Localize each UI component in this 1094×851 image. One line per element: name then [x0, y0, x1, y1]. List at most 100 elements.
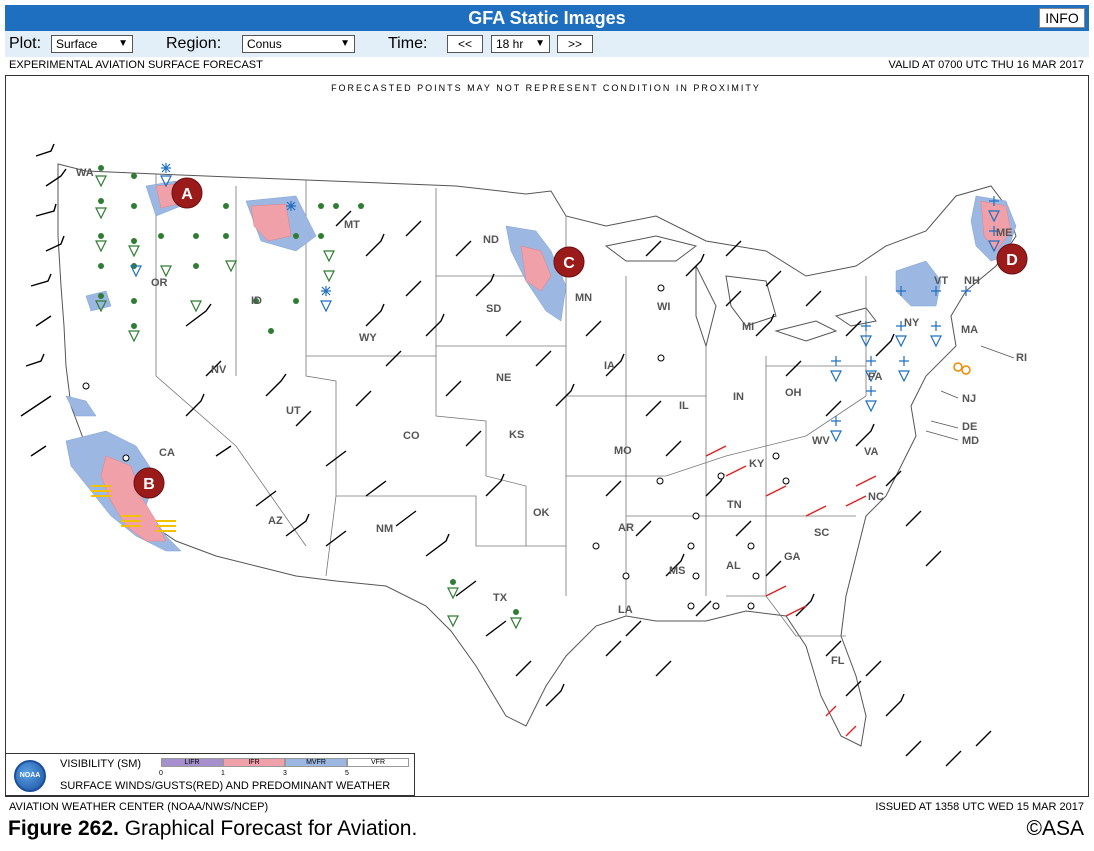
state-label-al: AL — [726, 560, 741, 572]
state-label-sc: SC — [814, 527, 829, 539]
noaa-logo: NOAA — [14, 760, 46, 792]
legend-lifr: LIFR — [161, 758, 223, 767]
time-label: Time: — [388, 35, 428, 52]
state-label-az: AZ — [268, 515, 283, 527]
state-label-wa: WA — [76, 167, 94, 179]
state-label-id: ID — [251, 295, 262, 307]
state-label-nv: NV — [211, 364, 227, 376]
marker-c-label: C — [563, 255, 575, 272]
copyright: ©ASA — [1026, 817, 1085, 840]
state-label-vt: VT — [934, 275, 948, 287]
visibility-label: VISIBILITY (SM) — [60, 758, 142, 770]
state-label-mn: MN — [575, 292, 592, 304]
state-label-ky: KY — [749, 458, 765, 470]
state-label-ca: CA — [159, 447, 175, 459]
plot-select-value: Surface — [56, 37, 98, 51]
state-label-ga: GA — [784, 551, 801, 563]
figure-text: Graphical Forecast for Aviation. — [118, 817, 418, 840]
state-label-de: DE — [962, 421, 977, 433]
legend-tick-3: 3 — [283, 770, 287, 777]
next-time-button[interactable]: >> — [557, 35, 593, 53]
legend: NOAA VISIBILITY (SM) LIFR IFR MVFR VFR 0… — [5, 753, 415, 796]
state-label-ia: IA — [604, 360, 615, 372]
state-label-ar: AR — [618, 522, 634, 534]
title-bar: GFA Static Images INFO — [5, 5, 1089, 31]
map-canvas: FORECASTED POINTS MAY NOT REPRESENT COND… — [20, 83, 1028, 767]
state-label-in: IN — [733, 391, 744, 403]
region-label: Region: — [166, 35, 222, 52]
footer-source: AVIATION WEATHER CENTER (NOAA/NWS/NCEP) — [9, 801, 269, 813]
time-select-value: 18 hr — [496, 37, 524, 51]
state-label-wv: WV — [812, 435, 830, 447]
marker-c[interactable]: C — [553, 246, 585, 278]
state-label-nm: NM — [376, 523, 393, 535]
state-label-va: VA — [864, 446, 879, 458]
state-label-oh: OH — [785, 387, 802, 399]
state-label-ny: NY — [904, 317, 920, 329]
state-label-nj: NJ — [962, 393, 976, 405]
marker-a-label: A — [181, 186, 193, 203]
info-button[interactable]: INFO — [1039, 8, 1085, 28]
marker-d[interactable]: D — [996, 243, 1028, 275]
state-label-nd: ND — [483, 234, 499, 246]
state-label-ri: RI — [1016, 352, 1027, 364]
legend-tick-5: 5 — [345, 770, 349, 777]
marker-d-label: D — [1006, 252, 1018, 269]
state-label-tx: TX — [493, 592, 508, 604]
state-label-ne: NE — [496, 372, 511, 384]
product-title: EXPERIMENTAL AVIATION SURFACE FORECAST — [9, 59, 263, 71]
legend-mvfr: MVFR — [285, 758, 347, 767]
state-label-wi: WI — [657, 301, 670, 313]
state-label-co: CO — [403, 430, 420, 442]
state-label-me: ME — [996, 227, 1013, 239]
region-select[interactable]: Conus ▼ — [242, 35, 355, 53]
state-label-pa: PA — [868, 371, 883, 383]
page-title: GFA Static Images — [468, 8, 626, 28]
state-label-la: LA — [618, 604, 633, 616]
plot-label: Plot: — [9, 35, 42, 52]
forecast-map: FORECASTED POINTS MAY NOT REPRESENT COND… — [5, 75, 1089, 797]
state-labels: OR CA NV ID MT WY UT AZ NM CO ND SD NE K… — [76, 167, 1027, 667]
state-label-or: OR — [151, 277, 168, 289]
state-label-mi: MI — [742, 321, 754, 333]
legend-tick-0: 0 — [159, 770, 163, 777]
valid-time: VALID AT 0700 UTC THU 16 MAR 2017 — [888, 59, 1084, 71]
control-bar: Plot: Surface ▼ Region: Conus ▼ Time: <<… — [5, 31, 1089, 57]
legend-vfr: VFR — [347, 758, 409, 767]
marker-b-label: B — [143, 476, 155, 493]
state-label-ut: UT — [286, 405, 301, 417]
state-label-il: IL — [679, 400, 689, 412]
figure-number: Figure 262. — [8, 817, 119, 840]
state-label-ms: MS — [669, 565, 686, 577]
state-label-fl: FL — [831, 655, 845, 667]
chevron-down-icon: ▼ — [118, 38, 128, 49]
marker-a[interactable]: A — [171, 177, 203, 209]
state-label-sd: SD — [486, 303, 501, 315]
ifr-areas — [100, 183, 1012, 542]
state-label-wy: WY — [359, 332, 377, 344]
gust-barbs — [705, 445, 877, 737]
prev-time-button[interactable]: << — [447, 35, 483, 53]
footer-issued: ISSUED AT 1358 UTC WED 15 MAR 2017 — [875, 801, 1084, 813]
state-label-nh: NH — [964, 275, 980, 287]
state-label-md: MD — [962, 435, 979, 447]
winds-label: SURFACE WINDS/GUSTS(RED) AND PREDOMINANT… — [60, 780, 391, 792]
state-label-tn: TN — [727, 499, 742, 511]
figure-caption: Figure 262. Graphical Forecast for Aviat… — [8, 817, 417, 841]
map-note: FORECASTED POINTS MAY NOT REPRESENT COND… — [331, 83, 761, 93]
state-label-ok: OK — [533, 507, 550, 519]
plot-select[interactable]: Surface ▼ — [51, 35, 133, 53]
region-select-value: Conus — [247, 37, 282, 51]
chevron-down-icon: ▼ — [340, 38, 350, 49]
legend-ifr: IFR — [223, 758, 285, 767]
smoke-symbol — [953, 362, 971, 375]
state-label-ma: MA — [961, 324, 978, 336]
marker-b[interactable]: B — [133, 467, 165, 499]
legend-tick-1: 1 — [221, 770, 225, 777]
state-label-mo: MO — [614, 445, 632, 457]
state-label-ks: KS — [509, 429, 524, 441]
state-label-mt: MT — [344, 219, 360, 231]
time-select[interactable]: 18 hr ▼ — [491, 35, 550, 53]
chevron-down-icon: ▼ — [535, 38, 545, 49]
state-label-nc: NC — [868, 491, 884, 503]
